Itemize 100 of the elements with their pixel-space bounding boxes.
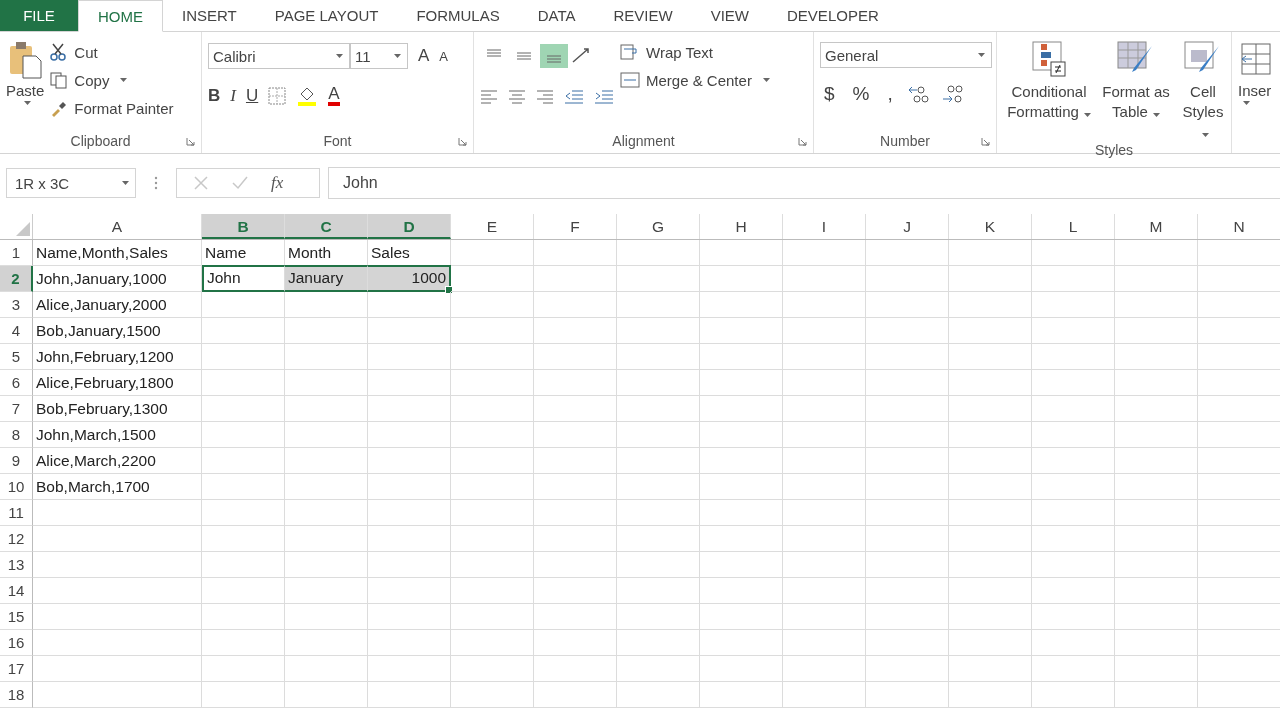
row-header[interactable]: 11 [0,500,33,526]
copy-button[interactable]: Copy [50,68,174,92]
merge-center-button[interactable]: Merge & Center [620,68,770,92]
caret-icon [394,54,401,58]
row-header[interactable]: 8 [0,422,33,448]
row-header[interactable]: 3 [0,292,33,318]
currency-button[interactable]: $ [820,83,839,105]
group-label: Number [880,133,930,149]
increase-decimal-icon[interactable] [906,84,931,104]
format-painter-button[interactable]: Format Painter [50,96,174,120]
table-cell: John [202,265,285,292]
number-format-dropdown[interactable]: General [820,42,992,68]
row-header[interactable]: 17 [0,656,33,682]
wrap-text-button[interactable]: Wrap Text [620,40,770,64]
shrink-font-button[interactable]: A [439,48,448,64]
format-as-table-button[interactable]: Format as Table [1101,38,1171,142]
cancel-icon[interactable] [193,175,209,191]
conditional-formatting-icon [1031,40,1067,80]
row-header[interactable]: 5 [0,344,33,370]
select-all-icon[interactable] [16,222,30,236]
ribbon-tab[interactable]: PAGE LAYOUT [255,0,398,31]
conditional-formatting-button[interactable]: Conditional Formatting [1003,38,1095,142]
dialog-launcher-icon[interactable] [798,137,807,146]
orientation-icon[interactable] [570,46,592,66]
caret-icon [762,78,770,82]
ribbon-tab[interactable]: DATA [518,0,595,31]
increase-indent-icon[interactable] [594,88,614,104]
align-right-icon[interactable] [536,88,554,104]
dialog-launcher-icon[interactable] [981,137,990,146]
formula-input[interactable]: John [328,167,1280,199]
grow-font-button[interactable]: A [418,46,430,66]
row-header[interactable]: 15 [0,604,33,630]
row-header[interactable]: 13 [0,552,33,578]
paste-button[interactable]: Paste [6,38,45,129]
borders-icon[interactable] [268,87,287,105]
wrap-text-icon [620,43,640,61]
align-left-icon[interactable] [480,88,498,104]
check-icon[interactable] [231,175,249,191]
underline-button[interactable]: U [245,86,259,106]
column-header[interactable]: G [617,214,700,239]
ribbon-tab[interactable]: FILE [0,0,78,31]
ribbon-tab[interactable]: INSERT [163,0,256,31]
row-header[interactable]: 7 [0,396,33,422]
column-header[interactable]: D [368,214,451,239]
cell-styles-button[interactable]: Cell Styles [1177,38,1229,142]
name-box[interactable]: 1R x 3C [6,168,136,198]
row-header[interactable]: 2 [0,266,33,292]
italic-button[interactable]: I [230,86,236,106]
column-header[interactable]: J [866,214,949,239]
decrease-decimal-icon[interactable] [940,84,965,104]
ribbon-tab[interactable]: HOME [78,0,163,32]
paintbrush-icon [50,99,69,117]
table-cell: John,March,1500 [33,422,202,448]
row-header[interactable]: 14 [0,578,33,604]
copy-icon [50,71,69,89]
fill-color-icon[interactable] [296,85,319,107]
group-label: Styles [1094,142,1134,158]
font-name-dropdown[interactable]: Calibri [208,43,350,69]
comma-button[interactable]: , [883,83,897,105]
ribbon-tab[interactable]: DEVELOPER [768,0,898,31]
insert-function-button[interactable]: fx [271,173,284,193]
column-header[interactable]: F [534,214,617,239]
row-header[interactable]: 16 [0,630,33,656]
column-header[interactable]: E [451,214,534,239]
column-header[interactable]: H [700,214,783,239]
font-size-dropdown[interactable]: 11 [350,43,408,69]
row-header[interactable]: 6 [0,370,33,396]
row-header[interactable]: 9 [0,448,33,474]
bold-button[interactable]: B [208,86,221,106]
fill-handle[interactable] [445,286,453,294]
caret-icon [978,53,985,57]
table-cell: 1000 [368,265,451,292]
cut-button[interactable]: Cut [50,40,174,64]
dialog-launcher-icon[interactable] [186,137,195,146]
column-header[interactable]: B [202,214,285,239]
column-header[interactable]: I [783,214,866,239]
row-header[interactable]: 18 [0,682,33,708]
scissors-icon [50,43,69,61]
dialog-launcher-icon[interactable] [458,137,467,146]
insert-button[interactable]: Inser [1238,38,1274,153]
ribbon-tab[interactable]: REVIEW [594,0,692,31]
column-header[interactable]: M [1115,214,1198,239]
caret-icon [122,181,129,185]
more-icon [154,176,158,190]
merge-cells-icon [620,71,640,89]
ribbon-tab[interactable]: VIEW [691,0,769,31]
column-header[interactable]: N [1198,214,1280,239]
row-header[interactable]: 10 [0,474,33,500]
ribbon-tab[interactable]: FORMULAS [397,0,519,31]
caret-icon [120,78,128,82]
row-header[interactable]: 4 [0,318,33,344]
column-header[interactable]: L [1032,214,1115,239]
clipboard-icon [7,40,44,80]
row-header[interactable]: 12 [0,526,33,552]
column-header[interactable]: K [949,214,1032,239]
decrease-indent-icon[interactable] [564,88,584,104]
font-color-button[interactable]: A [328,86,340,106]
column-header[interactable]: C [285,214,368,239]
align-center-icon[interactable] [508,88,526,104]
percent-button[interactable]: % [848,83,874,105]
